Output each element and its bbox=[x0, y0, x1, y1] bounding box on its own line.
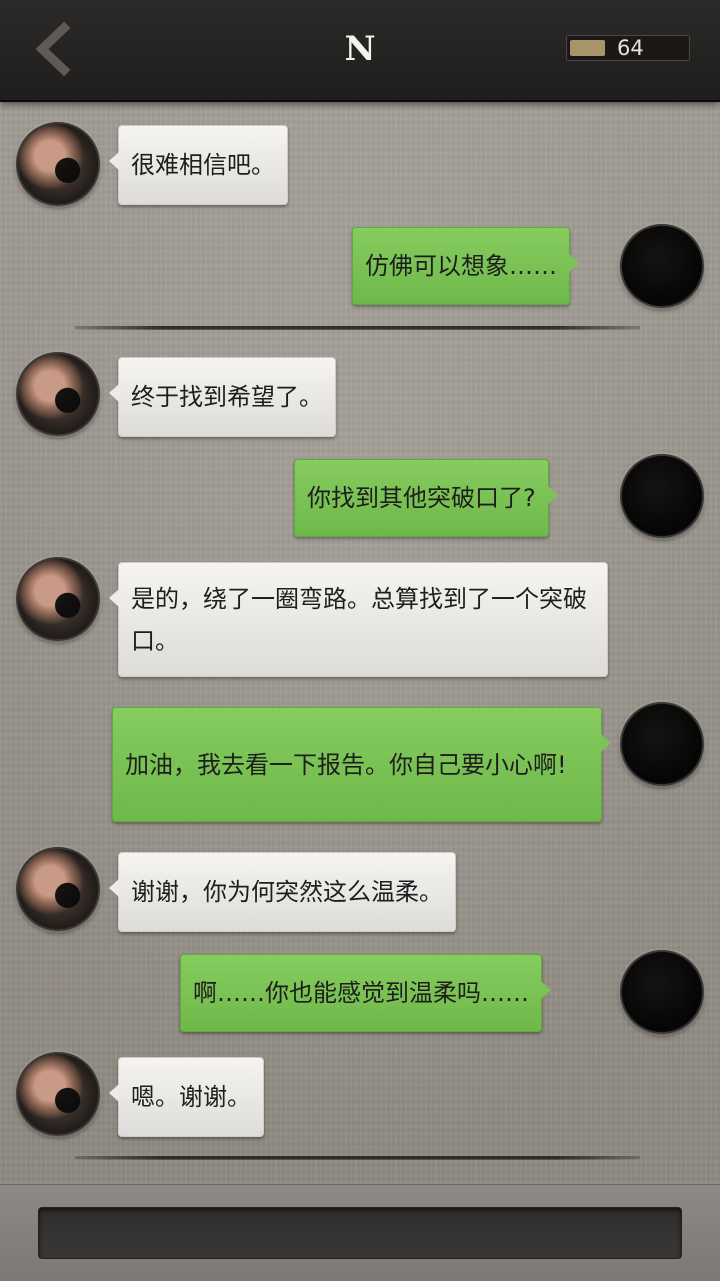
npc-avatar[interactable] bbox=[16, 352, 100, 436]
message-bubble-npc: 谢谢，你为何突然这么温柔。 bbox=[109, 852, 456, 932]
chat-area[interactable]: 很难相信吧。 仿佛可以想象…… 终于找到希望了。 你找到其他突破口了? 是的，绕… bbox=[0, 102, 720, 1184]
input-footer bbox=[0, 1184, 720, 1281]
message-input[interactable] bbox=[38, 1207, 682, 1259]
message-text: 谢谢，你为何突然这么温柔。 bbox=[131, 878, 443, 906]
message-text: 加油，我去看一下报告。你自己要小心啊! bbox=[125, 750, 567, 779]
npc-avatar[interactable] bbox=[16, 557, 100, 641]
chat-divider bbox=[75, 1156, 640, 1160]
energy-value: 64 bbox=[617, 36, 644, 60]
energy-bar-fill bbox=[570, 40, 605, 56]
message-bubble-npc: 是的，绕了一圈弯路。总算找到了一个突破口。 bbox=[109, 562, 608, 677]
npc-avatar[interactable] bbox=[16, 122, 100, 206]
message-bubble-me: 你找到其他突破口了? bbox=[294, 459, 558, 537]
message-text: 仿佛可以想象…… bbox=[365, 252, 557, 280]
app-header: N 64 bbox=[0, 0, 720, 102]
message-bubble-npc: 终于找到希望了。 bbox=[109, 357, 336, 437]
message-bubble-me: 仿佛可以想象…… bbox=[352, 227, 579, 305]
player-avatar[interactable] bbox=[620, 950, 704, 1034]
message-text: 你找到其他突破口了? bbox=[307, 484, 536, 512]
message-bubble-me: 加油，我去看一下报告。你自己要小心啊! bbox=[112, 707, 611, 822]
message-text: 啊……你也能感觉到温柔吗…… bbox=[193, 979, 529, 1007]
message-text: 终于找到希望了。 bbox=[131, 383, 323, 411]
npc-avatar[interactable] bbox=[16, 1052, 100, 1136]
message-bubble-me: 啊……你也能感觉到温柔吗…… bbox=[180, 954, 551, 1032]
player-avatar[interactable] bbox=[620, 454, 704, 538]
message-bubble-npc: 很难相信吧。 bbox=[109, 125, 288, 205]
chat-divider bbox=[75, 326, 640, 330]
player-avatar[interactable] bbox=[620, 224, 704, 308]
npc-avatar[interactable] bbox=[16, 847, 100, 931]
message-text: 很难相信吧。 bbox=[131, 151, 275, 179]
energy-meter: 64 bbox=[566, 35, 690, 61]
message-text: 嗯。谢谢。 bbox=[131, 1083, 251, 1111]
message-text: 是的，绕了一圈弯路。总算找到了一个突破口。 bbox=[131, 584, 587, 655]
message-bubble-npc: 嗯。谢谢。 bbox=[109, 1057, 264, 1137]
player-avatar[interactable] bbox=[620, 702, 704, 786]
